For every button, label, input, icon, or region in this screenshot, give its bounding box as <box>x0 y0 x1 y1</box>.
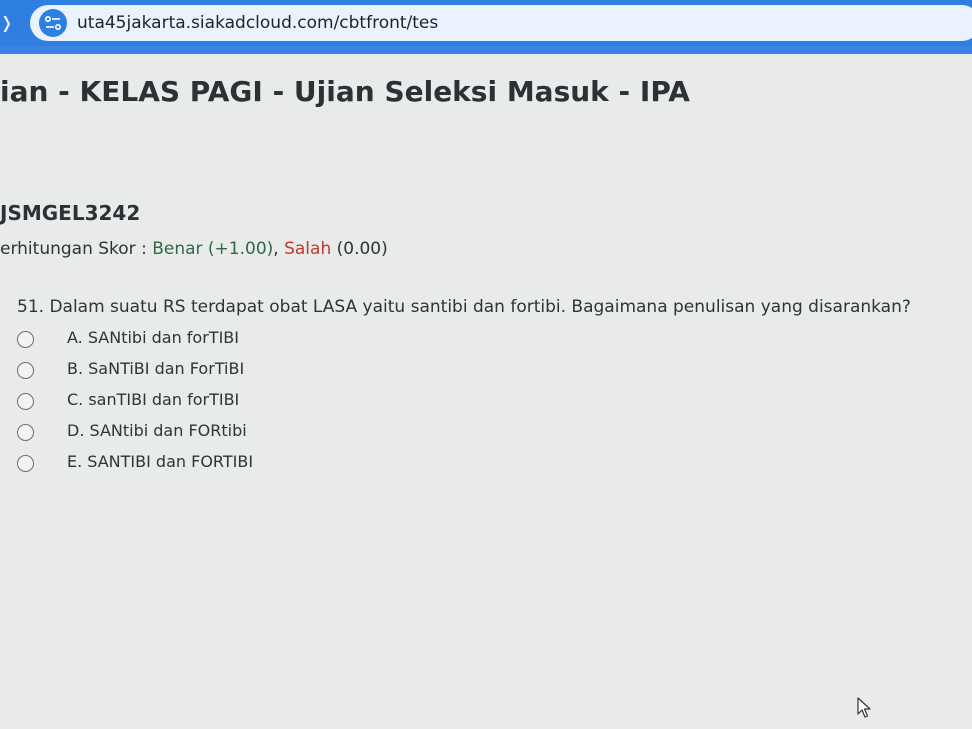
score-info: erhitungan Skor : Benar (+1.00), Salah (… <box>0 236 388 262</box>
radio-button[interactable] <box>17 331 34 348</box>
score-prefix: erhitungan Skor : <box>0 239 153 259</box>
browser-toolbar: ❭ uta45jakarta.siakadcloud.com/cbtfront/… <box>0 0 972 46</box>
option-e[interactable]: E. SANTIBI dan FORTIBI <box>17 449 617 480</box>
answer-options: A. SANtibi dan forTIBI B. SaNTiBI dan Fo… <box>17 325 617 480</box>
mouse-pointer-icon <box>857 697 873 723</box>
option-label[interactable]: A. SANtibi dan forTIBI <box>67 326 239 350</box>
page-title: ian - KELAS PAGI - Ujian Seleksi Masuk -… <box>0 75 690 108</box>
question-text: 51. Dalam suatu RS terdapat obat LASA ya… <box>17 297 911 317</box>
score-separator: , <box>273 239 285 259</box>
option-label[interactable]: D. SANtibi dan FORtibi <box>67 419 247 443</box>
score-salah: Salah <box>284 239 332 259</box>
option-a[interactable]: A. SANtibi dan forTIBI <box>17 325 617 356</box>
radio-button[interactable] <box>17 455 34 472</box>
address-bar[interactable]: uta45jakarta.siakadcloud.com/cbtfront/te… <box>30 5 972 41</box>
option-b[interactable]: B. SaNTiBI dan ForTiBI <box>17 356 617 387</box>
back-arrow-icon[interactable]: ❭ <box>0 12 13 34</box>
radio-button[interactable] <box>17 393 34 410</box>
score-salah-value: (0.00) <box>331 239 388 259</box>
option-label[interactable]: B. SaNTiBI dan ForTiBI <box>67 357 244 381</box>
url-text[interactable]: uta45jakarta.siakadcloud.com/cbtfront/te… <box>77 11 438 35</box>
radio-button[interactable] <box>17 362 34 379</box>
option-label[interactable]: E. SANTIBI dan FORTIBI <box>67 450 253 474</box>
option-label[interactable]: C. sanTIBI dan forTIBI <box>67 388 239 412</box>
option-d[interactable]: D. SANtibi dan FORtibi <box>17 418 617 449</box>
header-divider <box>0 46 972 54</box>
score-benar: Benar (+1.00) <box>152 239 274 259</box>
site-settings-icon[interactable] <box>39 9 67 37</box>
radio-button[interactable] <box>17 424 34 441</box>
exam-code: JSMGEL3242 <box>0 201 141 225</box>
option-c[interactable]: C. sanTIBI dan forTIBI <box>17 387 617 418</box>
